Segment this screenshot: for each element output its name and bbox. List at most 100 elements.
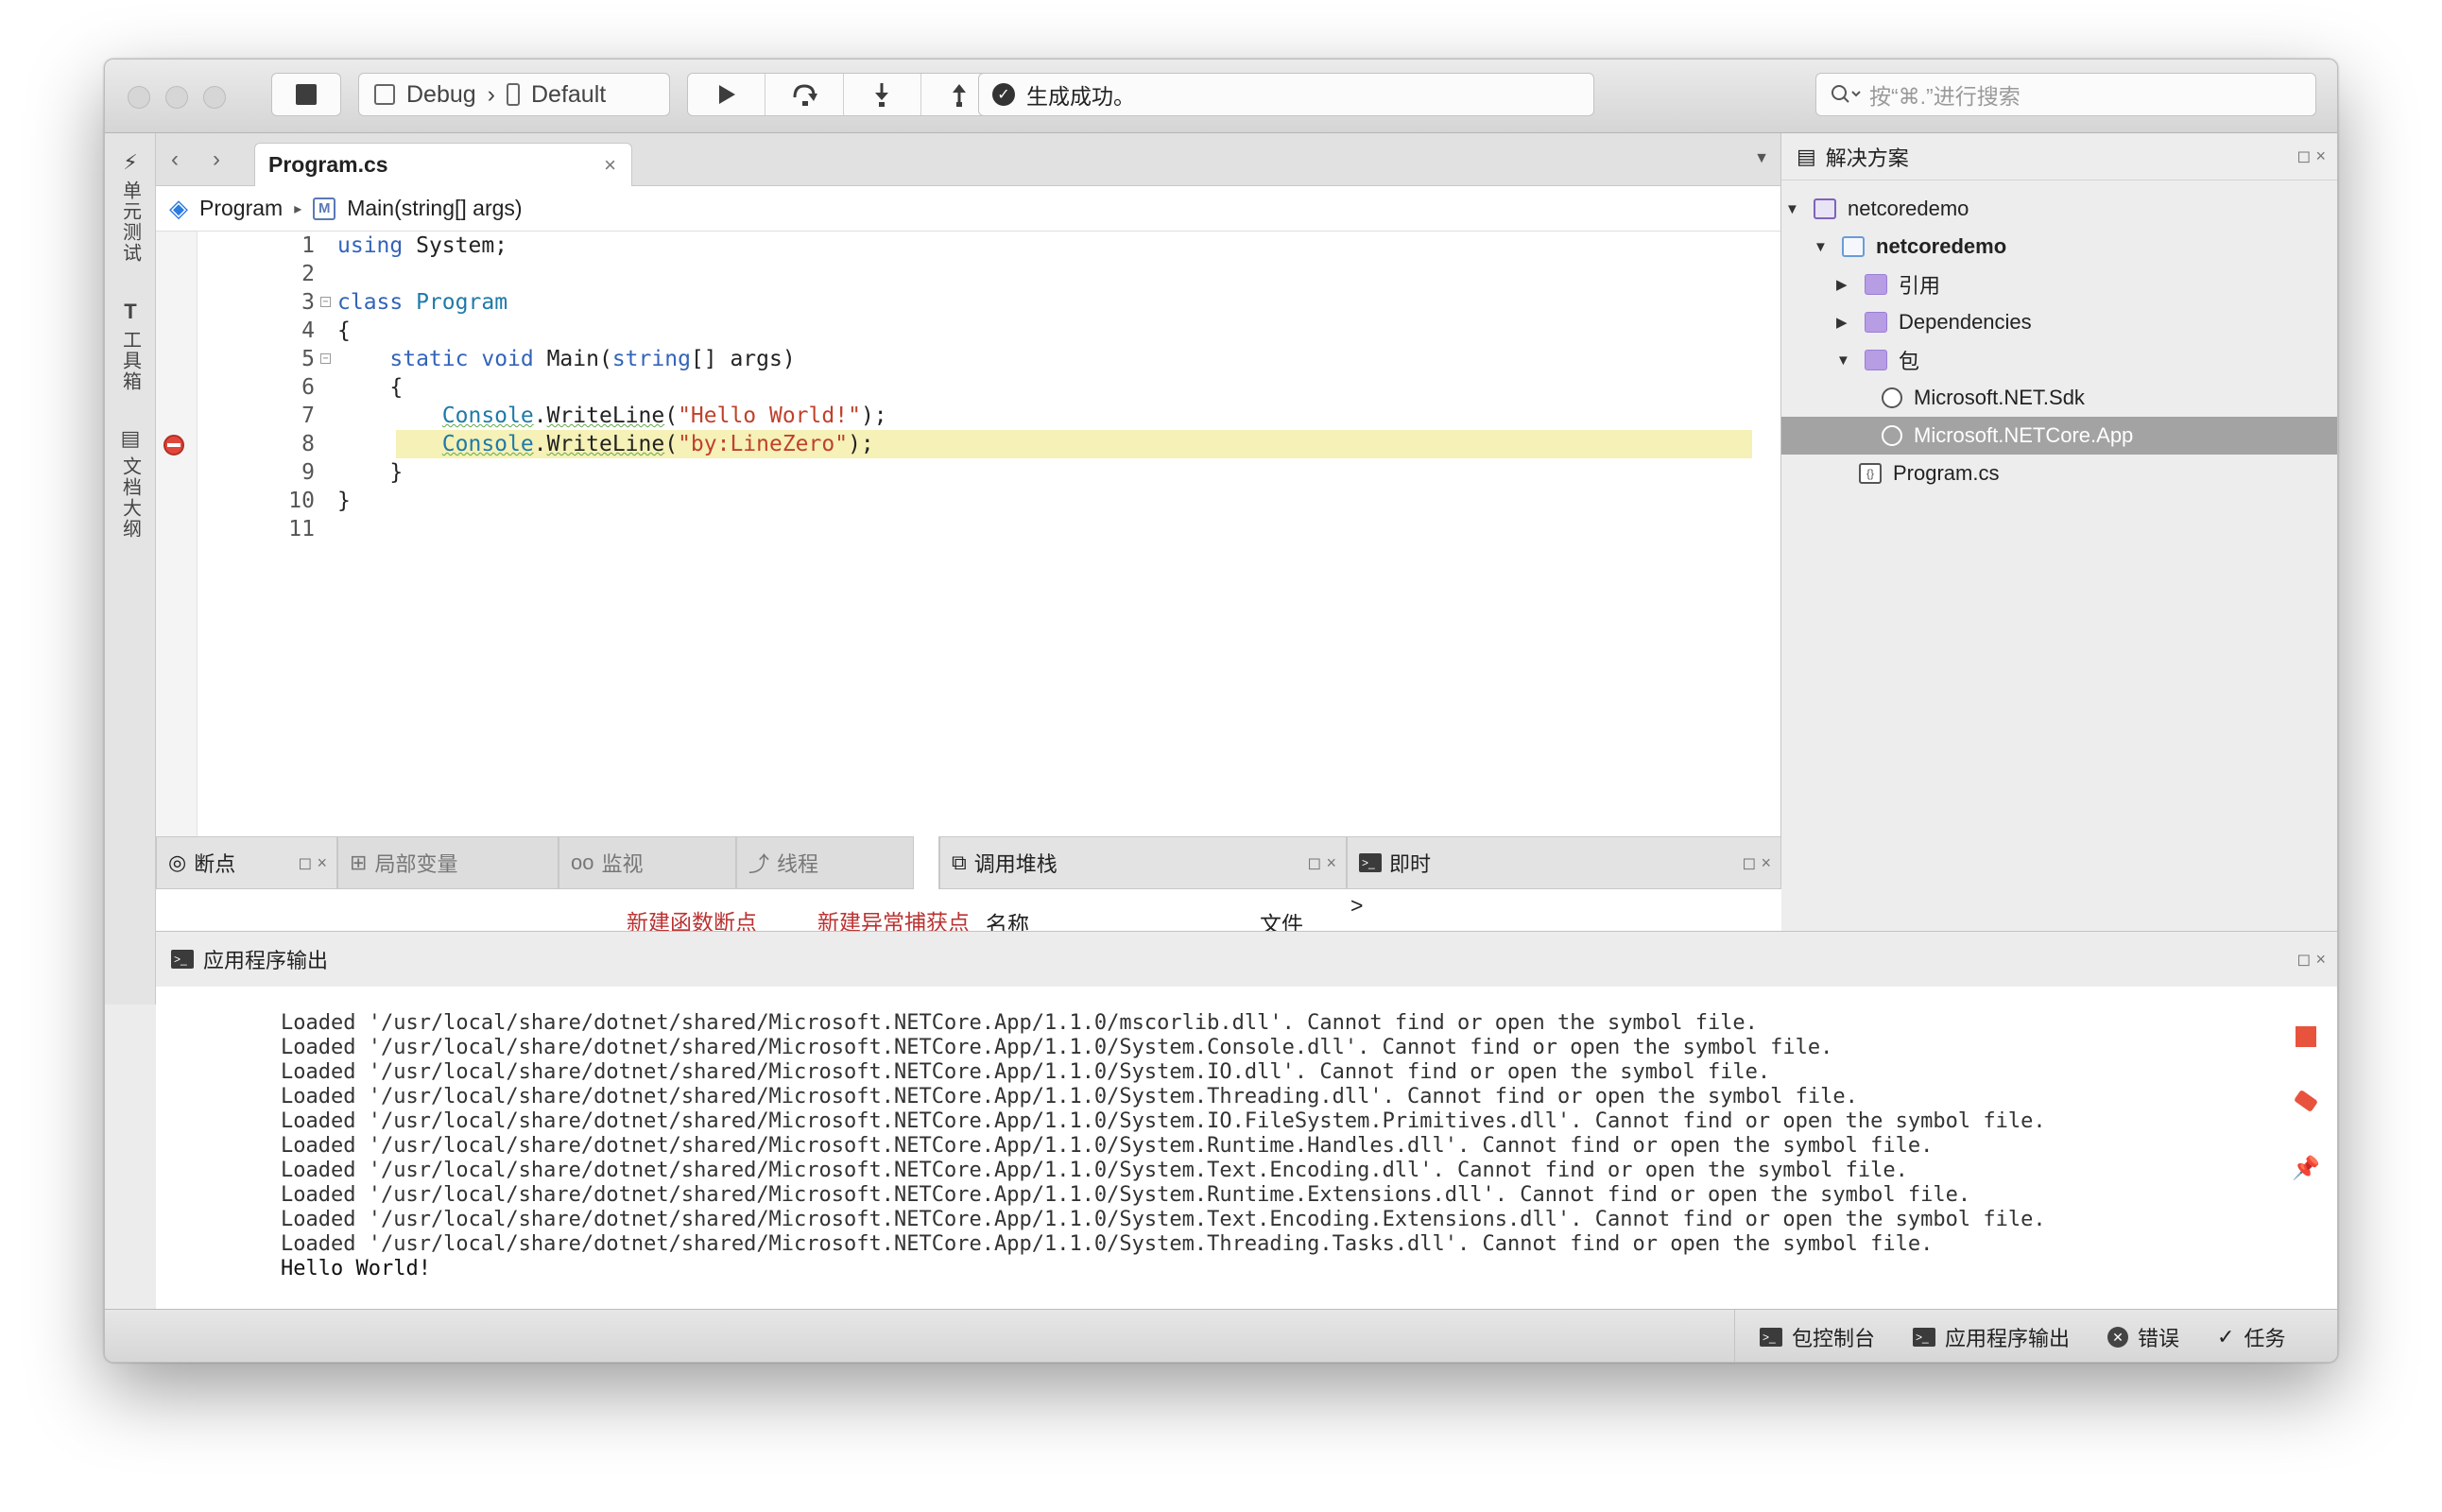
- folder-icon: [1865, 350, 1887, 370]
- output-line: Loaded '/usr/local/share/dotnet/shared/M…: [281, 1183, 1971, 1207]
- forward-arrow-icon[interactable]: ›: [213, 146, 220, 173]
- output-title: 应用程序输出: [203, 949, 329, 972]
- tree-item-program-cs[interactable]: {} Program.cs: [1781, 455, 2337, 492]
- tree-item-package-netcore-app[interactable]: Microsoft.NETCore.App: [1781, 417, 2337, 455]
- output-line: Loaded '/usr/local/share/dotnet/shared/M…: [281, 1134, 1934, 1158]
- check-icon: ✓: [992, 83, 1015, 106]
- output-line: Loaded '/usr/local/share/dotnet/shared/M…: [281, 1109, 2046, 1133]
- console-icon: >_: [1760, 1328, 1782, 1347]
- breakpoint-icon[interactable]: [163, 435, 184, 455]
- tree-item-references[interactable]: ▶ 引用: [1781, 266, 2337, 303]
- tree-item-label: Microsoft.NET.Sdk: [1914, 386, 2085, 409]
- output-line: Loaded '/usr/local/share/dotnet/shared/M…: [281, 1159, 1908, 1182]
- configuration-selector[interactable]: Debug › Default: [358, 73, 670, 116]
- application-output-label: 应用程序输出: [1945, 1327, 2071, 1350]
- fold-toggle-icon[interactable]: −: [320, 353, 331, 364]
- new-exception-catchpoint-button[interactable]: 新建异常捕获点: [817, 904, 1006, 931]
- document-outline-pad-button[interactable]: ▤ 文档大纲: [105, 426, 156, 540]
- minimize-window-button[interactable]: [165, 86, 188, 109]
- line-number: 6: [301, 375, 315, 400]
- pad-controls-icon[interactable]: ◻ ×: [1743, 853, 1771, 873]
- step-over-icon: [793, 84, 817, 106]
- new-function-breakpoint-button[interactable]: 新建函数断点: [627, 904, 800, 931]
- immediate-prompt[interactable]: >: [1350, 893, 1388, 925]
- toolbox-pad-button[interactable]: T 工具箱: [105, 300, 156, 392]
- immediate-prompt-text: >: [1350, 893, 1364, 918]
- tasks-button[interactable]: ✓ 任务: [2217, 1322, 2285, 1352]
- tab-immediate[interactable]: >_ 即时 ◻ ×: [1347, 836, 1781, 889]
- step-into-button[interactable]: [844, 74, 921, 115]
- tab-watch[interactable]: oo 监视: [559, 836, 736, 889]
- code-text: {: [337, 375, 404, 400]
- step-over-button[interactable]: [765, 74, 844, 115]
- column-name[interactable]: 名称: [986, 906, 1099, 931]
- chevron-down-icon[interactable]: ▼: [1836, 352, 1853, 369]
- tab-title: Program.cs: [268, 152, 388, 177]
- output-text[interactable]: Loaded '/usr/local/share/dotnet/shared/M…: [156, 1011, 2046, 1281]
- pad-controls-icon[interactable]: ◻ ×: [2297, 146, 2326, 166]
- code-text: Console.WriteLine("Hello World!");: [441, 404, 887, 428]
- package-icon: [1882, 387, 1902, 408]
- output-line: Loaded '/usr/local/share/dotnet/shared/M…: [281, 1232, 1934, 1256]
- tree-item-project[interactable]: ▼ netcoredemo: [1781, 228, 2337, 266]
- chevron-down-icon[interactable]: ▼: [1814, 239, 1831, 255]
- application-output-button[interactable]: >_ 应用程序输出: [1913, 1322, 2070, 1352]
- line-number: 11: [288, 517, 315, 541]
- errors-button[interactable]: ✕ 错误: [2107, 1322, 2179, 1352]
- pad-controls-icon[interactable]: ◻ ×: [1308, 853, 1336, 873]
- left-tool-strip: ⚡ 单元测试 T 工具箱 ▤ 文档大纲: [105, 133, 156, 1005]
- pad-controls-icon[interactable]: ◻ ×: [2297, 950, 2326, 970]
- breadcrumb-class[interactable]: Program: [199, 196, 283, 221]
- clear-output-icon[interactable]: [2293, 1089, 2319, 1113]
- tree-item-label: netcoredemo: [1876, 234, 2007, 258]
- breadcrumb-method[interactable]: Main(string[] args): [347, 196, 522, 221]
- output-line: Loaded '/usr/local/share/dotnet/shared/M…: [281, 1011, 1758, 1035]
- tree-item-packages[interactable]: ▼ 包: [1781, 341, 2337, 379]
- fold-toggle-icon[interactable]: −: [320, 297, 331, 307]
- tab-breakpoints[interactable]: ◎ 断点 ◻ ×: [156, 836, 337, 889]
- tree-item-dependencies[interactable]: ▶ Dependencies: [1781, 303, 2337, 341]
- continue-button[interactable]: [688, 74, 766, 115]
- code-area[interactable]: 1 using System; 2 3 − class Program 4 { …: [156, 232, 1780, 836]
- stop-button[interactable]: [271, 73, 341, 116]
- search-box[interactable]: 按“⌘.”进行搜索: [1815, 73, 2316, 116]
- folder-icon: [1865, 274, 1887, 295]
- close-window-button[interactable]: [128, 86, 150, 109]
- code-text: static void Main(string[] args): [389, 347, 796, 371]
- tree-item-label: Dependencies: [1899, 310, 2032, 334]
- code-text: Console.WriteLine("by:LineZero");: [441, 432, 874, 456]
- pad-controls-icon[interactable]: ◻ ×: [299, 853, 327, 873]
- project-icon: [1842, 236, 1865, 257]
- column-file[interactable]: 文件: [1260, 906, 1335, 931]
- close-tab-icon[interactable]: ×: [604, 153, 616, 178]
- zoom-window-button[interactable]: [203, 86, 226, 109]
- tree-item-package-sdk[interactable]: Microsoft.NET.Sdk: [1781, 379, 2337, 417]
- unit-tests-pad-button[interactable]: ⚡ 单元测试: [105, 150, 156, 264]
- solution-pad-icon: ▤: [1797, 144, 1816, 168]
- toolbox-icon: T: [124, 300, 137, 323]
- new-function-breakpoint-label: 新建函数断点: [627, 910, 757, 931]
- tab-call-stack[interactable]: ⧉ 调用堆栈 ◻ ×: [938, 836, 1347, 889]
- editor-tab-bar: ‹ › Program.cs × ▼: [156, 133, 1780, 186]
- code-text: using System;: [337, 233, 508, 258]
- tree-item-solution[interactable]: ▼ netcoredemo: [1781, 190, 2337, 228]
- search-icon: [1832, 85, 1861, 103]
- tab-threads[interactable]: ⤴ 线程: [736, 836, 914, 889]
- document-outline-label: 文档大纲: [119, 456, 141, 540]
- code-line: 10 }: [156, 487, 1780, 515]
- tab-list-chevron-icon[interactable]: ▼: [1754, 150, 1769, 167]
- back-arrow-icon[interactable]: ‹: [171, 146, 179, 173]
- folder-icon: [1865, 312, 1887, 333]
- pin-icon[interactable]: 📌: [2292, 1155, 2320, 1182]
- output-actions: 📌: [2282, 1026, 2330, 1182]
- package-console-button[interactable]: >_ 包控制台: [1760, 1322, 1875, 1352]
- tree-item-label: netcoredemo: [1848, 197, 1969, 220]
- stop-icon: [296, 84, 317, 105]
- stop-output-icon[interactable]: [2296, 1026, 2316, 1047]
- chevron-down-icon[interactable]: ▼: [1785, 201, 1802, 217]
- tab-program-cs[interactable]: Program.cs ×: [254, 143, 632, 186]
- chevron-right-icon[interactable]: ▶: [1836, 276, 1853, 293]
- tab-locals[interactable]: ⊞ 局部变量: [337, 836, 559, 889]
- chevron-right-icon[interactable]: ▶: [1836, 314, 1853, 331]
- column-name-label: 名称: [986, 912, 1029, 931]
